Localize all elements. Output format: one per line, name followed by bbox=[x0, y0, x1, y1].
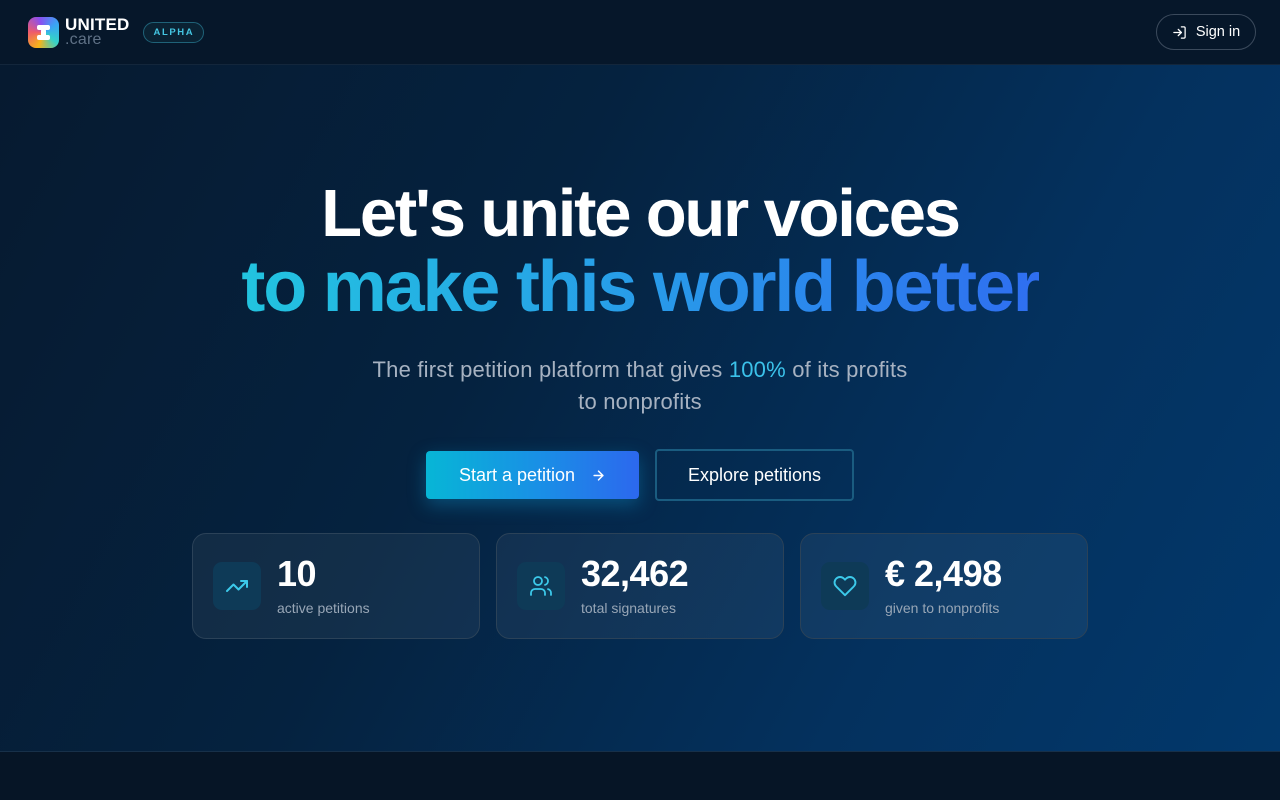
stat-value: 32,462 bbox=[581, 553, 689, 594]
hero-subtitle: The first petition platform that gives 1… bbox=[0, 354, 1280, 418]
explore-petitions-button[interactable]: Explore petitions bbox=[655, 449, 854, 501]
trending-up-icon bbox=[226, 580, 248, 592]
users-icon bbox=[530, 576, 552, 596]
stat-label: total signatures bbox=[581, 600, 676, 616]
logo-wordmark: UNITED .care bbox=[65, 16, 129, 48]
sign-in-button[interactable]: Sign in bbox=[1156, 14, 1256, 50]
sign-in-label: Sign in bbox=[1195, 24, 1241, 40]
logo-text-care: .care bbox=[65, 31, 102, 48]
subtitle-line-2: to nonprofits bbox=[578, 389, 702, 414]
stat-label: given to nonprofits bbox=[885, 600, 1000, 616]
stat-icon-box bbox=[213, 562, 261, 610]
subtitle-text-end: of its profits bbox=[785, 357, 908, 382]
hero-section: Let's unite our voices to make this worl… bbox=[0, 65, 1280, 752]
stat-value: € 2,498 bbox=[885, 553, 1002, 594]
headline-line-1: Let's unite our voices bbox=[321, 176, 961, 251]
stat-value: 10 bbox=[277, 553, 317, 594]
stat-card-total-signatures: 32,462 total signatures bbox=[496, 533, 784, 639]
log-in-icon bbox=[1173, 25, 1186, 39]
headline-line-2: to make this world better bbox=[0, 251, 1280, 323]
stat-card-active-petitions: 10 active petitions bbox=[192, 533, 480, 639]
subtitle-highlight: 100% bbox=[728, 357, 786, 382]
start-petition-button[interactable]: Start a petition bbox=[426, 451, 639, 499]
headline-gradient-text: to make this world better bbox=[241, 247, 1040, 327]
stat-card-given-to-nonprofits: € 2,498 given to nonprofits bbox=[800, 533, 1088, 639]
brand[interactable]: UNITED .care ALPHA bbox=[28, 16, 205, 48]
subtitle-text-start: The first petition platform that gives bbox=[372, 357, 729, 382]
top-nav: UNITED .care ALPHA Sign in bbox=[0, 0, 1280, 65]
arrow-right-icon bbox=[593, 469, 604, 481]
stat-label: active petitions bbox=[277, 600, 370, 616]
stat-icon-box bbox=[821, 562, 869, 610]
heart-icon bbox=[833, 576, 857, 597]
start-petition-label: Start a petition bbox=[458, 464, 576, 485]
footer-band bbox=[0, 752, 1280, 800]
stat-icon-box bbox=[517, 562, 565, 610]
alpha-badge: ALPHA bbox=[143, 21, 205, 43]
logo-icon bbox=[28, 16, 59, 48]
